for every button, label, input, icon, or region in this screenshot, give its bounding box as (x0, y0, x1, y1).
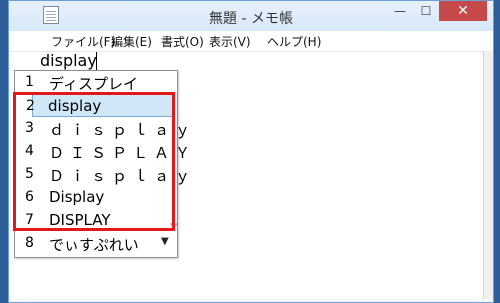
menu-file[interactable]: ファイル(F) (51, 33, 115, 50)
candidate-item[interactable]: 8 でぃすぷれい (15, 232, 177, 255)
menu-format[interactable]: 書式(O) (161, 33, 204, 50)
candidate-text: でぃすぷれい (49, 236, 139, 254)
vertical-scrollbar[interactable] (483, 51, 493, 299)
title-bar[interactable]: 無題 - メモ帳 — ☐ ✕ (9, 1, 493, 31)
text-caret (96, 52, 97, 70)
maximize-icon: ☐ (420, 4, 432, 18)
composition-text-value: display (40, 51, 97, 71)
maximize-button[interactable]: ☐ (413, 1, 439, 21)
candidate-text: ディスプレイ (49, 75, 138, 93)
menu-view[interactable]: 表示(V) (209, 33, 251, 50)
minimize-button[interactable]: — (387, 1, 413, 21)
minimize-icon: — (394, 4, 406, 18)
menu-edit[interactable]: 編集(E) (111, 33, 152, 50)
menu-help[interactable]: ヘルプ(H) (267, 33, 321, 50)
candidate-scroll-down-icon[interactable]: ▼ (161, 236, 171, 247)
close-button[interactable]: ✕ (439, 1, 487, 21)
close-icon: ✕ (457, 3, 469, 19)
candidate-number: 8 (25, 235, 34, 251)
composition-text: display (40, 51, 97, 71)
annotation-highlight-box (13, 92, 175, 231)
candidate-number: 1 (25, 74, 34, 90)
candidate-item[interactable]: 1 ディスプレイ (15, 71, 177, 94)
menu-bar: ファイル(F) 編集(E) 書式(O) 表示(V) ヘルプ(H) (11, 31, 493, 51)
